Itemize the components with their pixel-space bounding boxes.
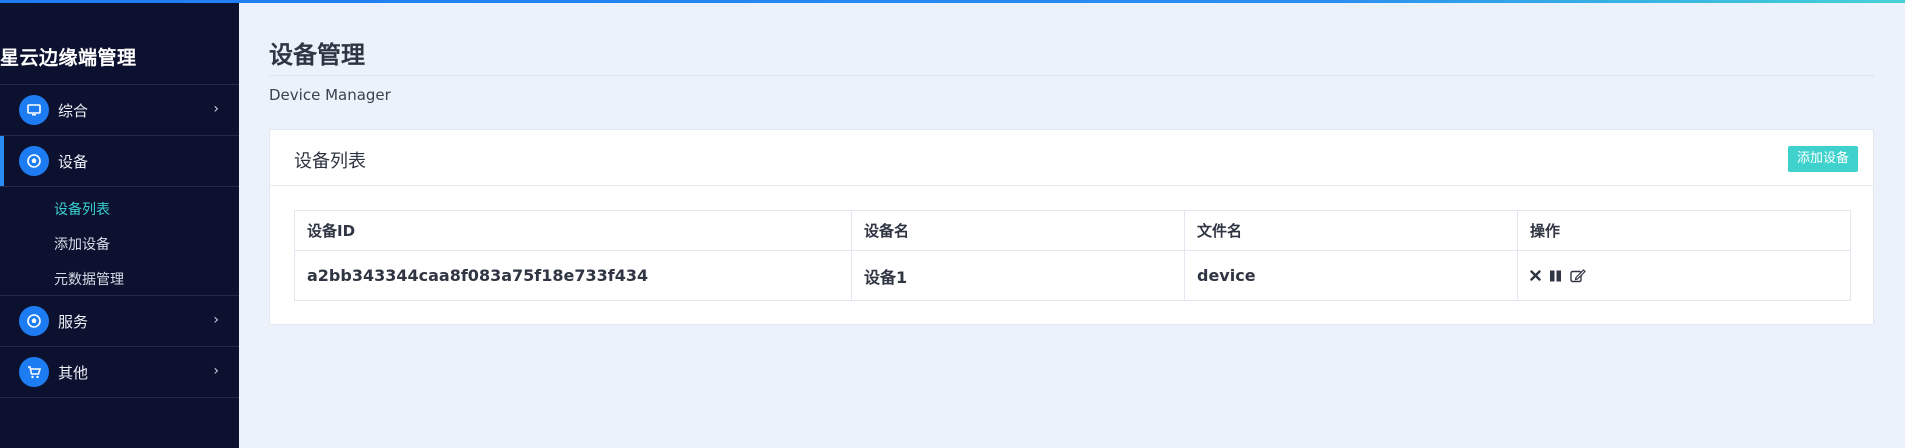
chevron-right-icon: › [213, 101, 219, 117]
sidebar-item-devices[interactable]: 设备 [0, 136, 239, 187]
chevron-right-icon: › [213, 312, 219, 328]
sidebar-item-overview[interactable]: 综合 › [0, 85, 239, 136]
page-title: 设备管理 [269, 41, 365, 69]
submenu-item-device-list[interactable]: 设备列表 [0, 193, 239, 228]
top-accent-bar [0, 0, 1905, 3]
cell-file-name: device [1184, 250, 1518, 301]
cart-icon [19, 357, 49, 387]
submenu-item-metadata[interactable]: 元数据管理 [0, 263, 239, 298]
brand-title: 星云边缘端管理 [0, 0, 239, 85]
sidebar-item-label: 综合 [58, 101, 89, 120]
soccer-icon [19, 306, 49, 336]
soccer-icon [19, 146, 49, 176]
edit-icon[interactable] [1570, 268, 1586, 283]
delete-icon[interactable] [1530, 270, 1541, 281]
submenu-item-add-device[interactable]: 添加设备 [0, 228, 239, 263]
card-header: 设备列表 添加设备 [270, 130, 1873, 186]
cell-actions [1517, 250, 1851, 301]
column-header-file-name: 文件名 [1184, 210, 1518, 251]
devices-submenu: 设备列表 添加设备 元数据管理 [0, 187, 239, 296]
column-header-actions: 操作 [1517, 210, 1851, 251]
device-list-card: 设备列表 添加设备 设备ID 设备名 文件名 操作 a2bb343344caa8… [269, 129, 1874, 325]
table-header-row: 设备ID 设备名 文件名 操作 [294, 210, 1851, 251]
device-table-wrapper: 设备ID 设备名 文件名 操作 a2bb343344caa8f083a75f18… [294, 210, 1851, 301]
sidebar-item-label: 设备 [58, 152, 89, 171]
monitor-icon [19, 95, 49, 125]
page-subtitle: Device Manager [269, 86, 391, 104]
main-content: 设备管理 Device Manager 设备列表 添加设备 设备ID 设备名 文… [239, 0, 1905, 448]
card-title: 设备列表 [294, 151, 366, 172]
sidebar-item-label: 服务 [58, 312, 89, 331]
sidebar-item-other[interactable]: 其他 › [0, 347, 239, 398]
chevron-right-icon: › [213, 363, 219, 379]
sidebar-item-label: 其他 [58, 363, 89, 382]
divider [269, 75, 1874, 76]
add-device-button[interactable]: 添加设备 [1787, 146, 1858, 172]
sidebar: 星云边缘端管理 综合 › 设备 设备列表 添加设备 元数据管理 服务 › 其他 … [0, 0, 239, 448]
pause-icon[interactable] [1549, 270, 1562, 282]
sidebar-item-services[interactable]: 服务 › [0, 296, 239, 347]
cell-device-id: a2bb343344caa8f083a75f18e733f434 [294, 250, 852, 301]
table-row: a2bb343344caa8f083a75f18e733f434 设备1 dev… [294, 250, 1851, 301]
column-header-device-id: 设备ID [294, 210, 852, 251]
device-table: 设备ID 设备名 文件名 操作 a2bb343344caa8f083a75f18… [294, 210, 1851, 301]
row-actions [1530, 268, 1838, 283]
cell-device-name: 设备1 [851, 250, 1185, 301]
column-header-device-name: 设备名 [851, 210, 1185, 251]
